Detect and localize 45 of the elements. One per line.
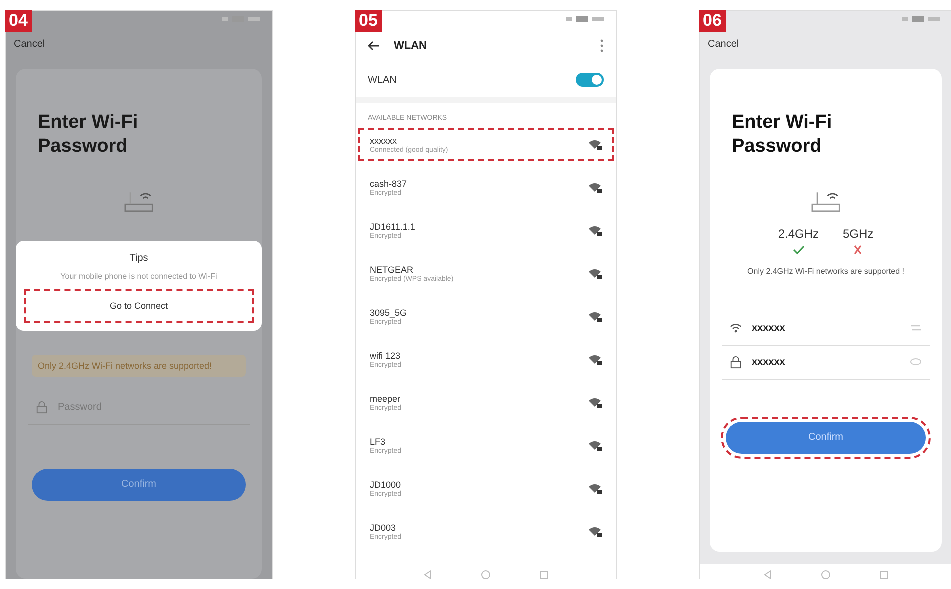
wifi-lock-icon: [588, 526, 602, 538]
page-title: Enter Wi-Fi Password: [38, 111, 140, 158]
password-field[interactable]: xxxxxx: [722, 346, 930, 380]
wifi-lock-icon: [588, 182, 602, 194]
warning-text: Only 2.4GHz Wi-Fi networks are supported!: [32, 354, 246, 376]
switch-icon[interactable]: [910, 324, 922, 332]
wlan-toggle[interactable]: [576, 73, 604, 87]
recents-nav-icon[interactable]: [879, 570, 889, 579]
status-icons: [902, 15, 942, 23]
wifi-lock-icon: [588, 396, 602, 408]
band-label: 2.4GHz: [778, 226, 819, 240]
step-number-badge: 06: [699, 10, 726, 32]
back-arrow-icon[interactable]: [368, 41, 380, 51]
wifi-lock-icon: [588, 440, 602, 452]
wifi-lock-icon: [588, 138, 602, 150]
lock-icon: [36, 400, 48, 414]
more-options-icon[interactable]: [600, 39, 604, 53]
cancel-link[interactable]: Cancel: [14, 39, 46, 50]
wifi-name-field[interactable]: xxxxxx: [722, 312, 930, 346]
lock-icon: [730, 356, 742, 368]
page-title: Enter Wi-Fi Password: [732, 111, 834, 158]
home-nav-icon[interactable]: [821, 570, 831, 579]
wifi-lock-icon: [588, 224, 602, 236]
go-to-connect-button[interactable]: Go to Connect: [24, 289, 254, 323]
wifi-lock-icon: [588, 310, 602, 322]
band-label: 5GHz: [843, 226, 874, 240]
back-nav-icon[interactable]: [763, 570, 773, 579]
eye-icon[interactable]: [910, 358, 922, 366]
wifi-lock-icon: [588, 268, 602, 280]
wifi-lock-icon: [588, 482, 602, 494]
home-nav-icon[interactable]: [481, 570, 491, 579]
wifi-icon: [730, 322, 742, 334]
wifi-lock-icon: [588, 354, 602, 366]
dialog-message: Your mobile phone is not connected to Wi-Fi: [60, 272, 218, 281]
status-icons: [222, 15, 262, 23]
page-title: WLAN: [394, 40, 428, 52]
support-note: Only 2.4GHz Wi-Fi networks are supported !: [746, 266, 906, 276]
cancel-link[interactable]: Cancel: [708, 39, 740, 50]
step-number-badge: 04: [5, 10, 32, 32]
wlan-label: WLAN: [368, 74, 397, 86]
back-nav-icon[interactable]: [423, 570, 433, 579]
recents-nav-icon[interactable]: [539, 570, 549, 579]
dialog-title: Tips: [130, 253, 148, 264]
step-number-badge: 05: [355, 10, 382, 32]
status-icons: [566, 15, 606, 23]
